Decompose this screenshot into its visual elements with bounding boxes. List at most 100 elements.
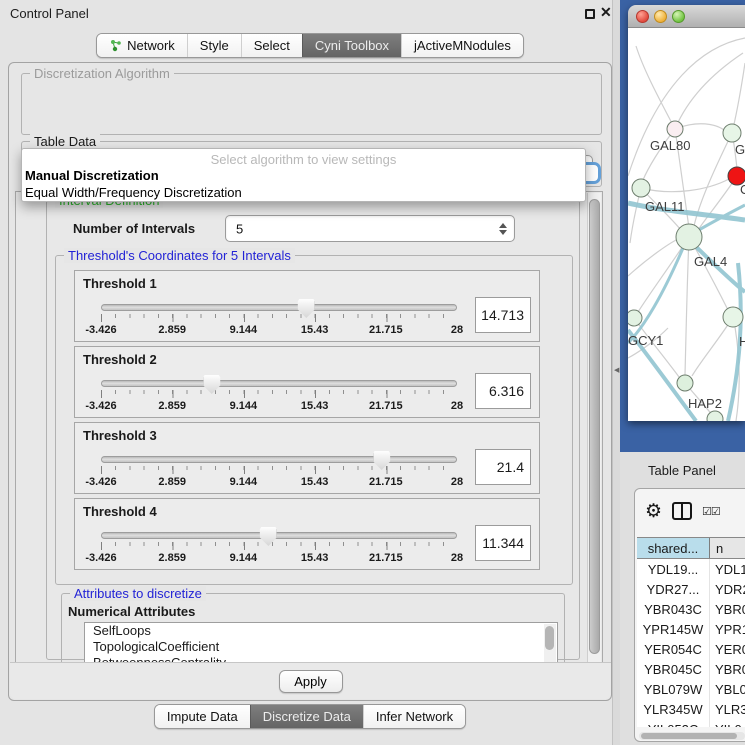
network-node[interactable] xyxy=(632,179,650,197)
threshold-1-row: Threshold 1 -3.426 2.859 9.144 15.43 21.… xyxy=(74,270,540,342)
network-node[interactable] xyxy=(667,121,683,137)
control-panel-titlebar: Control Panel ✕ xyxy=(0,0,620,26)
algorithm-dropdown-popup: Select algorithm to view settings Manual… xyxy=(21,148,586,202)
tick-label: 21.715 xyxy=(369,552,403,564)
tick-label: 9.144 xyxy=(230,324,258,336)
table-data-label: Table Data xyxy=(30,134,100,149)
tab-jactivemnodules[interactable]: jActiveMNodules xyxy=(401,34,523,57)
discretization-algorithm-label: Discretization Algorithm xyxy=(30,66,174,81)
network-node[interactable] xyxy=(707,411,723,421)
slider-ticks xyxy=(101,466,457,475)
split-view-icon[interactable] xyxy=(672,502,692,520)
network-node[interactable] xyxy=(723,124,741,142)
spinner-arrows-icon xyxy=(499,223,507,235)
apply-button[interactable]: Apply xyxy=(279,670,343,693)
scrollbar-thumb[interactable] xyxy=(641,733,737,739)
threshold-1-value-field[interactable]: 14.713 xyxy=(475,297,531,333)
table-row[interactable]: YDL19...YDL1 xyxy=(637,559,745,579)
select-columns-icon[interactable]: ☑☑ xyxy=(702,505,720,518)
tick-label: 15.43 xyxy=(301,324,329,336)
tab-select[interactable]: Select xyxy=(241,34,302,57)
menu-item-manual-discretization[interactable]: Manual Discretization xyxy=(25,168,159,183)
float-window-icon[interactable] xyxy=(585,9,595,19)
threshold-2-value-field[interactable]: 6.316 xyxy=(475,373,531,409)
splitter-arrow-icon[interactable]: ◀ xyxy=(614,366,619,374)
node-label: H xyxy=(739,334,745,349)
threshold-2-slider[interactable]: -3.426 2.859 9.144 15.43 21.715 28 xyxy=(101,380,457,413)
network-node[interactable] xyxy=(676,224,702,250)
network-node[interactable] xyxy=(628,310,642,326)
threshold-3-row: Threshold 3 -3.426 2.859 9.144 15.43 21.… xyxy=(74,422,540,494)
number-of-intervals-label: Number of Intervals xyxy=(73,221,195,236)
list-item[interactable]: SelfLoops xyxy=(85,623,557,639)
network-canvas[interactable]: GAL80 GA C GAL11 GAL4 GCY1 H HAP2 xyxy=(628,28,745,421)
network-icon xyxy=(109,39,122,52)
close-traffic-light-icon[interactable] xyxy=(636,10,649,23)
tick-label: 15.43 xyxy=(301,552,329,564)
list-item[interactable]: TopologicalCoefficient xyxy=(85,639,557,655)
threshold-3-slider[interactable]: -3.426 2.859 9.144 15.43 21.715 28 xyxy=(101,456,457,489)
panel-splitter[interactable]: ◀ xyxy=(612,0,620,745)
close-icon[interactable]: ✕ xyxy=(600,4,612,21)
tab-cyni-toolbox[interactable]: Cyni Toolbox xyxy=(302,34,401,57)
slider-ticks xyxy=(101,314,457,323)
threshold-2-row: Threshold 2 -3.426 2.859 9.144 15.43 21.… xyxy=(74,346,540,418)
threshold-1-label: Threshold 1 xyxy=(83,276,157,291)
minimize-traffic-light-icon[interactable] xyxy=(654,10,667,23)
threshold-4-value-field[interactable]: 11.344 xyxy=(475,525,531,561)
slider-track[interactable] xyxy=(101,532,457,539)
tab-discretize-data[interactable]: Discretize Data xyxy=(250,705,363,728)
scrollbar-thumb[interactable] xyxy=(589,199,600,654)
zoom-traffic-light-icon[interactable] xyxy=(672,10,685,23)
tab-style[interactable]: Style xyxy=(187,34,241,57)
table-row[interactable]: YBR043CYBR0 xyxy=(637,599,745,619)
network-node[interactable] xyxy=(723,307,743,327)
column-header-name[interactable]: n xyxy=(710,538,745,558)
tab-infer-network[interactable]: Infer Network xyxy=(363,705,465,728)
table-row[interactable]: YBL079WYBL0 xyxy=(637,679,745,699)
settings-scrollbar[interactable] xyxy=(587,193,601,664)
tick-label: 28 xyxy=(451,476,463,488)
algorithm-hint: Select algorithm to view settings xyxy=(22,152,585,167)
threshold-4-row: Threshold 4 -3.426 2.859 9.144 15.43 21.… xyxy=(74,498,540,570)
tick-label: -3.426 xyxy=(85,324,116,336)
threshold-1-slider[interactable]: -3.426 2.859 9.144 15.43 21.715 28 xyxy=(101,304,457,337)
menu-item-equal-width-frequency[interactable]: Equal Width/Frequency Discretization xyxy=(25,185,242,200)
gear-icon[interactable]: ⚙ xyxy=(645,502,662,521)
table-row[interactable]: YLR345WYLR3 xyxy=(637,699,745,719)
network-window-titlebar[interactable] xyxy=(628,5,745,28)
tick-label: 28 xyxy=(451,400,463,412)
node-label: GAL11 xyxy=(645,199,685,214)
table-row[interactable]: YPR145WYPR1 xyxy=(637,619,745,639)
table-rows: YDL19...YDL1 YDR27...YDR2 YBR043CYBR0 YP… xyxy=(637,559,745,727)
table-row[interactable]: YIL052CYIL0 xyxy=(637,719,745,727)
table-row[interactable]: YDR27...YDR2 xyxy=(637,579,745,599)
table-row[interactable]: YBR045CYBR0 xyxy=(637,659,745,679)
table-horizontal-scrollbar[interactable] xyxy=(639,732,745,740)
bottom-tab-strip: Impute Data Discretize Data Infer Networ… xyxy=(0,704,620,729)
threshold-4-slider[interactable]: -3.426 2.859 9.144 15.43 21.715 28 xyxy=(101,532,457,565)
tick-label: 21.715 xyxy=(369,476,403,488)
number-of-intervals-spinner[interactable]: 5 xyxy=(225,215,515,242)
tab-network[interactable]: Network xyxy=(97,34,187,57)
table-header-row: shared... n xyxy=(637,537,745,559)
tick-label: 9.144 xyxy=(230,552,258,564)
tab-impute-data[interactable]: Impute Data xyxy=(155,705,250,728)
tick-label: -3.426 xyxy=(85,400,116,412)
slider-track[interactable] xyxy=(101,304,457,311)
tick-label: 21.715 xyxy=(369,324,403,336)
slider-track[interactable] xyxy=(101,456,457,463)
network-node[interactable] xyxy=(677,375,693,391)
table-row[interactable]: YER054CYER0 xyxy=(637,639,745,659)
column-header-shared-name[interactable]: shared... xyxy=(637,538,710,558)
numerical-attributes-list: SelfLoops TopologicalCoefficient Between… xyxy=(84,622,558,666)
list-scrollbar[interactable] xyxy=(544,624,556,666)
threshold-3-value-field[interactable]: 21.4 xyxy=(475,449,531,485)
node-label: GAL4 xyxy=(694,254,727,269)
tick-label: 28 xyxy=(451,552,463,564)
settings-scroll-pane: Interval Definition Number of Intervals … xyxy=(15,191,603,664)
node-label: GAL80 xyxy=(650,138,690,153)
network-view-region: GAL80 GA C GAL11 GAL4 GCY1 H HAP2 xyxy=(620,0,745,452)
slider-track[interactable] xyxy=(101,380,457,387)
tick-label: 2.859 xyxy=(158,324,186,336)
